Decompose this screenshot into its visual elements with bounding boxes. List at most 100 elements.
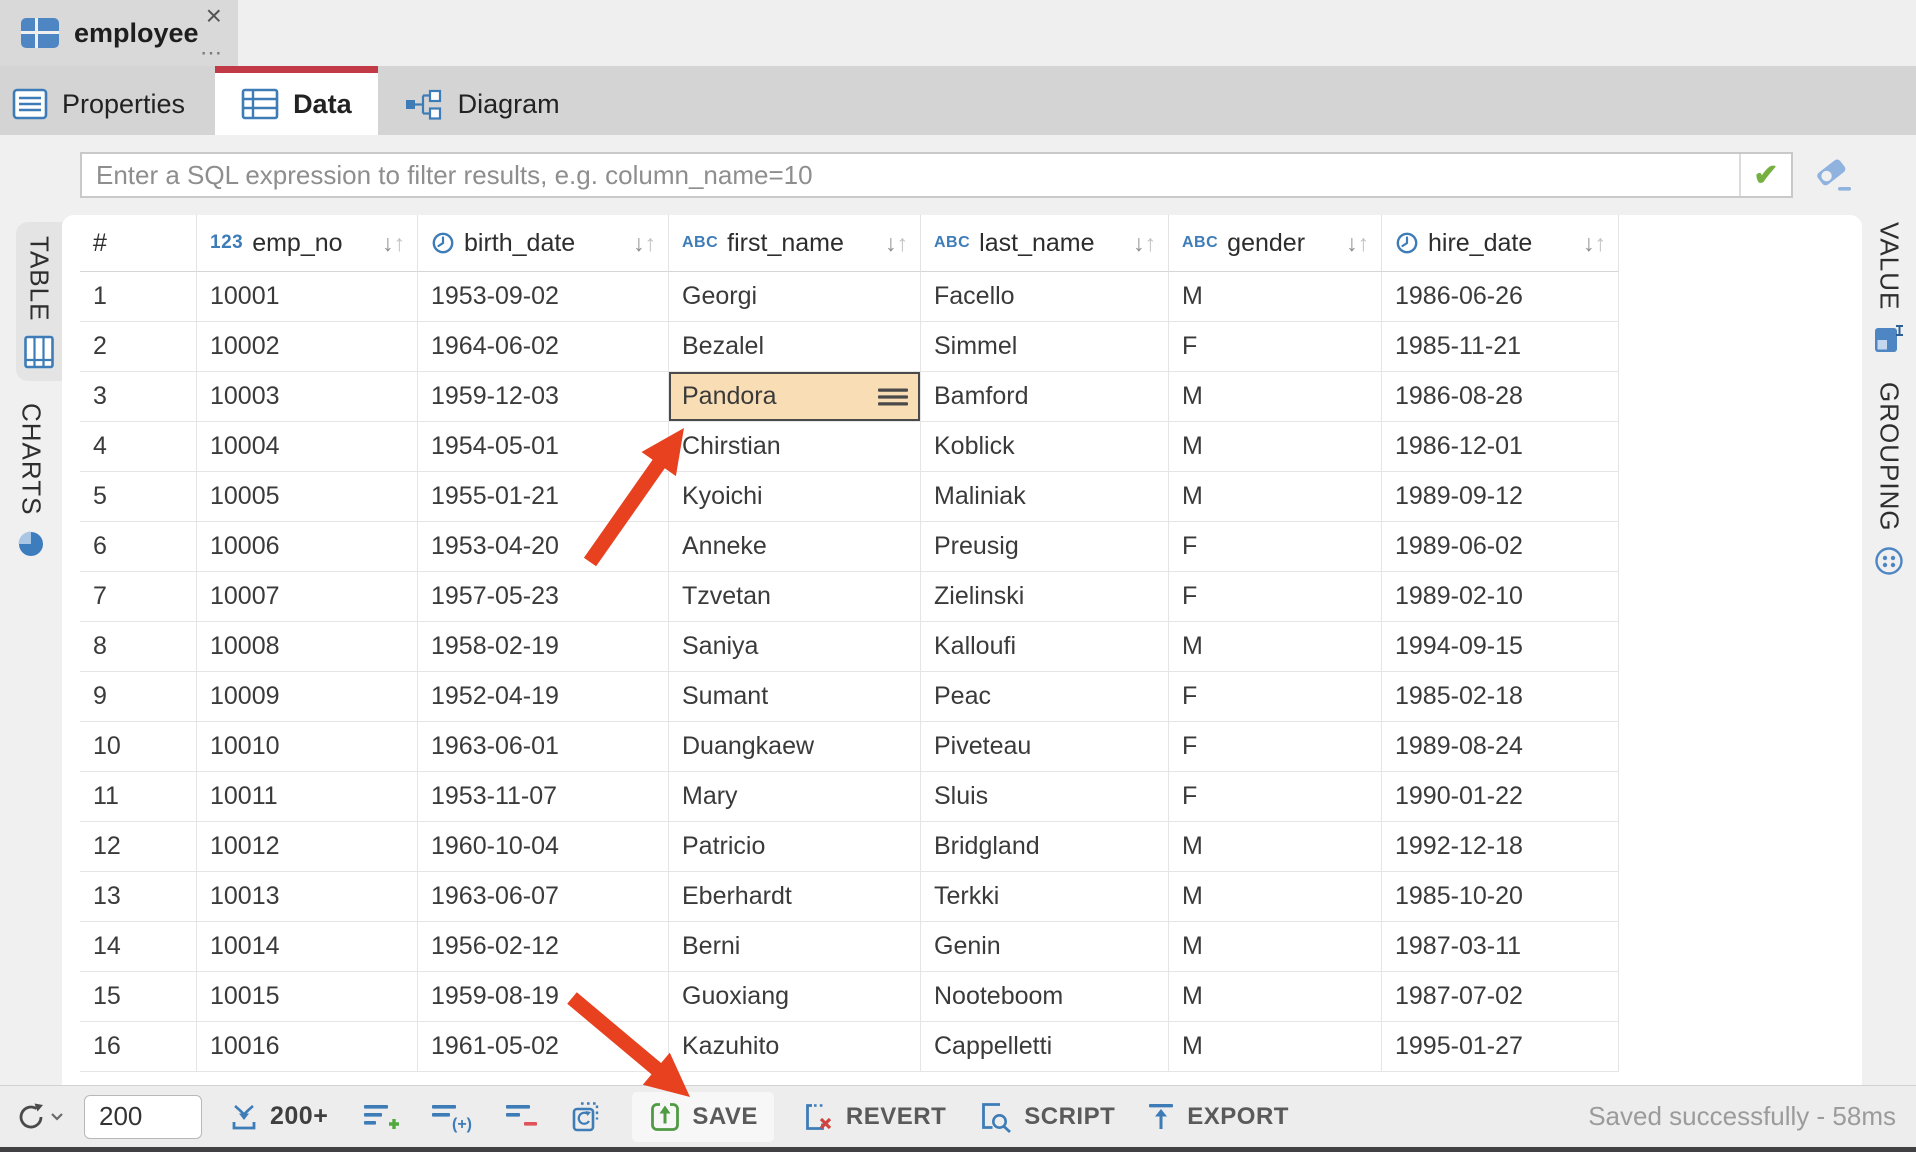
table-cell[interactable]: 10011: [197, 772, 418, 822]
column-header-gender[interactable]: ABCgender↓↑: [1169, 215, 1382, 272]
table-cell[interactable]: 1994-09-15: [1382, 622, 1619, 672]
selected-cell[interactable]: Pandora: [669, 372, 921, 422]
fetch-size-input[interactable]: [84, 1095, 202, 1139]
delete-row-button[interactable]: [504, 1100, 540, 1134]
save-button[interactable]: SAVE: [632, 1092, 774, 1142]
table-cell[interactable]: M: [1169, 1022, 1382, 1072]
table-cell[interactable]: M: [1169, 472, 1382, 522]
table-cell[interactable]: 1953-04-20: [418, 522, 669, 572]
table-cell[interactable]: M: [1169, 822, 1382, 872]
table-cell[interactable]: 1989-09-12: [1382, 472, 1619, 522]
table-cell[interactable]: 1952-04-19: [418, 672, 669, 722]
table-cell[interactable]: Anneke: [669, 522, 921, 572]
export-button[interactable]: EXPORT: [1145, 1100, 1289, 1134]
fetch-next-page-button[interactable]: 200+: [228, 1101, 328, 1133]
table-cell[interactable]: Koblick: [921, 422, 1169, 472]
table-cell[interactable]: 1961-05-02: [418, 1022, 669, 1072]
table-cell[interactable]: M: [1169, 622, 1382, 672]
table-cell[interactable]: Zielinski: [921, 572, 1169, 622]
table-cell[interactable]: 1960-10-04: [418, 822, 669, 872]
table-cell[interactable]: Eberhardt: [669, 872, 921, 922]
apply-filter-button[interactable]: ✔: [1739, 154, 1791, 196]
table-cell[interactable]: M: [1169, 372, 1382, 422]
table-cell[interactable]: F: [1169, 672, 1382, 722]
table-cell[interactable]: 10012: [197, 822, 418, 872]
presentation-tab-table[interactable]: TABLE: [16, 222, 62, 381]
table-cell[interactable]: Facello: [921, 272, 1169, 322]
refresh-button[interactable]: [14, 1100, 64, 1134]
table-cell[interactable]: F: [1169, 322, 1382, 372]
add-row-button[interactable]: [362, 1100, 400, 1134]
tab-data[interactable]: Data: [215, 66, 378, 135]
table-cell[interactable]: 1986-08-28: [1382, 372, 1619, 422]
table-cell[interactable]: 10016: [197, 1022, 418, 1072]
table-cell[interactable]: Kyoichi: [669, 472, 921, 522]
table-cell[interactable]: 1986-12-01: [1382, 422, 1619, 472]
table-cell[interactable]: 1959-12-03: [418, 372, 669, 422]
table-cell[interactable]: 1959-08-19: [418, 972, 669, 1022]
table-cell[interactable]: 1995-01-27: [1382, 1022, 1619, 1072]
table-cell[interactable]: Bamford: [921, 372, 1169, 422]
table-cell[interactable]: Kalloufi: [921, 622, 1169, 672]
table-cell[interactable]: Chirstian: [669, 422, 921, 472]
table-cell[interactable]: Bridgland: [921, 822, 1169, 872]
table-cell[interactable]: 1986-06-26: [1382, 272, 1619, 322]
refresh-structure-button[interactable]: [570, 1100, 606, 1134]
table-cell[interactable]: 10004: [197, 422, 418, 472]
tab-diagram[interactable]: Diagram: [378, 66, 586, 135]
table-cell[interactable]: 10015: [197, 972, 418, 1022]
table-cell[interactable]: F: [1169, 722, 1382, 772]
sort-arrows-icon[interactable]: ↓↑: [382, 230, 405, 257]
table-cell[interactable]: 1963-06-01: [418, 722, 669, 772]
table-cell[interactable]: 1958-02-19: [418, 622, 669, 672]
script-button[interactable]: SCRIPT: [976, 1100, 1115, 1134]
table-cell[interactable]: F: [1169, 572, 1382, 622]
table-cell[interactable]: 1953-11-07: [418, 772, 669, 822]
tab-properties[interactable]: Properties: [0, 66, 215, 135]
more-options-icon[interactable]: ⋯: [200, 42, 224, 64]
panel-tab-grouping[interactable]: GROUPING: [1874, 382, 1905, 576]
column-header-last_name[interactable]: ABClast_name↓↑: [921, 215, 1169, 272]
table-cell[interactable]: Preusig: [921, 522, 1169, 572]
column-header-birth_date[interactable]: birth_date↓↑: [418, 215, 669, 272]
table-cell[interactable]: Genin: [921, 922, 1169, 972]
column-header-first_name[interactable]: ABCfirst_name↓↑: [669, 215, 921, 272]
table-cell[interactable]: 1985-02-18: [1382, 672, 1619, 722]
table-cell[interactable]: 1964-06-02: [418, 322, 669, 372]
close-icon[interactable]: ×: [206, 2, 222, 30]
table-cell[interactable]: 1954-05-01: [418, 422, 669, 472]
sql-filter-input[interactable]: [82, 154, 1739, 196]
table-cell[interactable]: 1987-07-02: [1382, 972, 1619, 1022]
column-header-hire_date[interactable]: hire_date↓↑: [1382, 215, 1619, 272]
presentation-tab-charts[interactable]: CHARTS: [16, 403, 47, 557]
table-cell[interactable]: Saniya: [669, 622, 921, 672]
table-cell[interactable]: 1989-02-10: [1382, 572, 1619, 622]
table-cell[interactable]: 1956-02-12: [418, 922, 669, 972]
table-cell[interactable]: Sluis: [921, 772, 1169, 822]
sort-arrows-icon[interactable]: ↓↑: [1583, 230, 1606, 257]
table-cell[interactable]: Berni: [669, 922, 921, 972]
table-cell[interactable]: M: [1169, 422, 1382, 472]
column-header-emp_no[interactable]: 123emp_no↓↑: [197, 215, 418, 272]
table-cell[interactable]: Patricio: [669, 822, 921, 872]
table-cell[interactable]: M: [1169, 972, 1382, 1022]
clear-filter-eraser-icon[interactable]: [1811, 154, 1855, 196]
table-cell[interactable]: Peac: [921, 672, 1169, 722]
duplicate-row-button[interactable]: (+): [430, 1100, 474, 1134]
table-cell[interactable]: Sumant: [669, 672, 921, 722]
table-cell[interactable]: Mary: [669, 772, 921, 822]
revert-button[interactable]: REVERT: [800, 1100, 946, 1134]
table-cell[interactable]: F: [1169, 522, 1382, 572]
table-cell[interactable]: 10008: [197, 622, 418, 672]
table-cell[interactable]: 1957-05-23: [418, 572, 669, 622]
sort-arrows-icon[interactable]: ↓↑: [885, 230, 908, 257]
table-cell[interactable]: 10003: [197, 372, 418, 422]
table-cell[interactable]: Kazuhito: [669, 1022, 921, 1072]
table-cell[interactable]: Simmel: [921, 322, 1169, 372]
table-cell[interactable]: 10010: [197, 722, 418, 772]
sort-arrows-icon[interactable]: ↓↑: [633, 230, 656, 257]
table-cell[interactable]: 1985-11-21: [1382, 322, 1619, 372]
table-cell[interactable]: 10014: [197, 922, 418, 972]
table-cell[interactable]: 1963-06-07: [418, 872, 669, 922]
table-cell[interactable]: Piveteau: [921, 722, 1169, 772]
